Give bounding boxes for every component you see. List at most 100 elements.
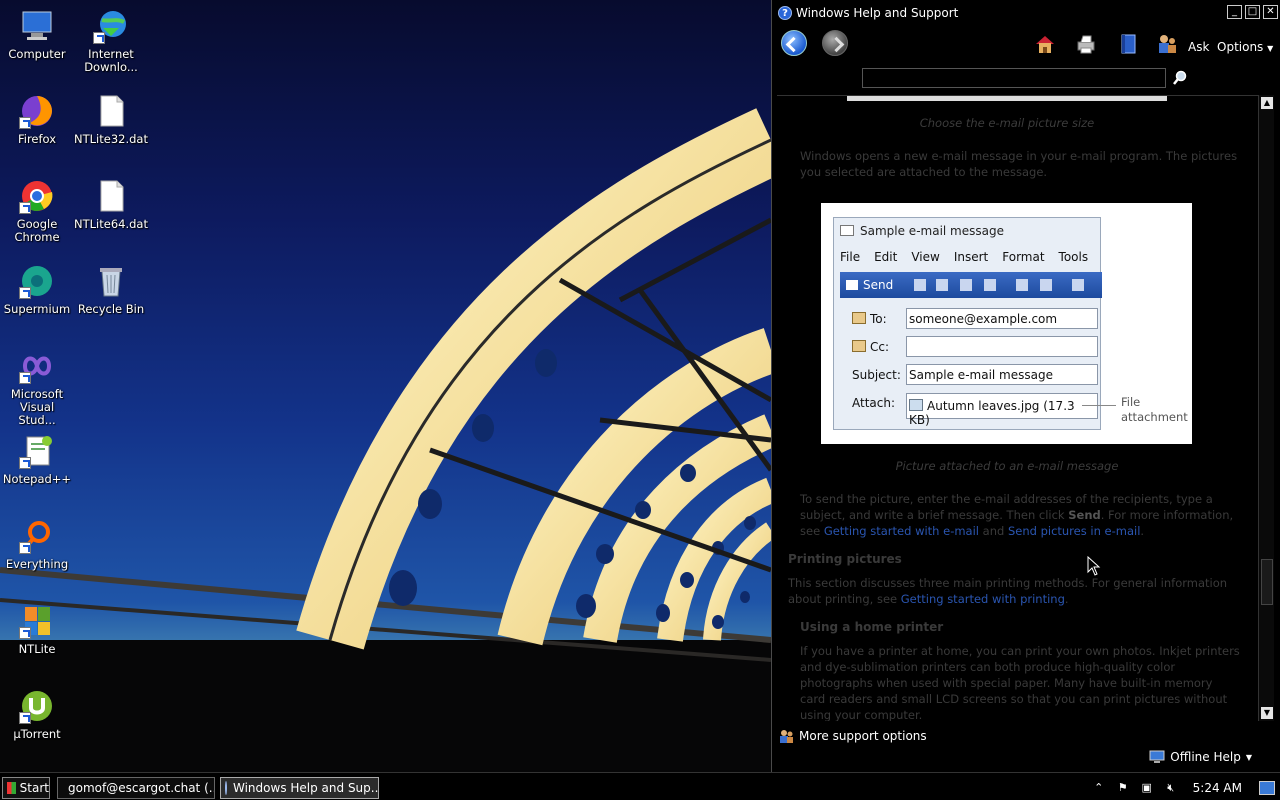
search-icon[interactable] — [1172, 70, 1188, 86]
search-row — [772, 60, 1280, 96]
email-to-label: To: — [852, 312, 887, 326]
help-toolbar: Ask Options ▼ — [772, 26, 1280, 60]
desktop-icon-utorrent[interactable]: µTorrent — [0, 688, 74, 741]
offline-help-label: Offline Help — [1170, 750, 1241, 764]
ask-people-icon[interactable] — [1156, 33, 1178, 55]
shortcut-arrow-icon — [19, 202, 31, 214]
image-caption: Picture attached to an e-mail message — [895, 459, 1119, 473]
forward-button[interactable] — [822, 30, 848, 56]
copy-icon — [936, 279, 948, 291]
scroll-down-arrow[interactable]: ▼ — [1261, 707, 1273, 719]
desktop-icon-google-chrome[interactable]: Google Chrome — [0, 178, 74, 244]
email-menu-file: File — [840, 250, 861, 264]
file-icon — [93, 178, 129, 214]
desktop-icon-ntlite64-dat[interactable]: NTLite64.dat — [74, 178, 148, 231]
article-paragraph: This section discusses three main printi… — [788, 576, 1228, 606]
desktop-icon-firefox[interactable]: Firefox — [0, 93, 74, 146]
help-and-support-window: ? Windows Help and Support _ □ ✕ Ask Opt… — [771, 0, 1280, 772]
desktop-icon-ntlite32-dat[interactable]: NTLite32.dat — [74, 93, 148, 146]
cut-icon — [914, 279, 926, 291]
options-button[interactable]: Options ▼ — [1217, 40, 1273, 54]
chevron-down-icon: ▼ — [1245, 752, 1252, 762]
email-subject-label: Subject: — [852, 368, 901, 382]
help-article-content: Choose the e-mail picture size Windows o… — [777, 95, 1258, 721]
callout-line — [1082, 405, 1116, 406]
email-send-label: Send — [846, 278, 893, 292]
sample-email-screenshot: Sample e-mail message File Edit View Ins… — [821, 203, 1192, 444]
email-menu-insert: Insert — [953, 250, 989, 264]
show-desktop-icon[interactable] — [1259, 781, 1275, 795]
help-icon — [225, 781, 227, 795]
desktop-icon-notepad-plus-plus[interactable]: Notepad++ — [0, 433, 74, 486]
previous-image-bottom-edge — [847, 96, 1167, 101]
offline-help-button[interactable]: Offline Help ▼ — [1149, 750, 1252, 764]
back-button[interactable] — [781, 30, 807, 56]
file-icon — [93, 93, 129, 129]
taskbar: Start gomof@escargot.chat (... Windows H… — [0, 772, 1280, 800]
firefox-icon — [19, 93, 55, 129]
email-attach-field: Autumn leaves.jpg (17.3 KB) — [906, 393, 1098, 427]
desktop-icon-everything[interactable]: Everything — [0, 518, 74, 571]
visual-studio-icon — [19, 348, 55, 384]
computer-icon — [19, 8, 55, 44]
address-book-icon — [852, 312, 866, 324]
link-getting-started-email[interactable]: Getting started with e-mail — [824, 524, 979, 538]
ask-button[interactable]: Ask — [1188, 40, 1209, 54]
email-subject-field: Sample e-mail message — [906, 364, 1098, 385]
network-icon[interactable]: ▣ — [1140, 781, 1154, 795]
email-attach-label: Attach: — [852, 396, 896, 410]
minimize-button[interactable]: _ — [1227, 5, 1242, 19]
taskbar-button-help-and-support[interactable]: Windows Help and Sup... — [220, 777, 379, 799]
help-icon: ? — [778, 6, 792, 20]
window-title: Windows Help and Support — [796, 6, 959, 20]
scroll-up-arrow[interactable]: ▲ — [1261, 97, 1273, 109]
action-center-flag-icon[interactable]: ⚑ — [1116, 781, 1130, 795]
clock[interactable]: 5:24 AM — [1193, 781, 1242, 795]
more-support-options-button[interactable]: More support options — [778, 728, 927, 744]
desktop-icon-computer[interactable]: Computer — [0, 8, 74, 61]
desktop-icon-ntlite[interactable]: NTLite — [0, 603, 74, 656]
shortcut-arrow-icon — [19, 457, 31, 469]
content-scrollbar[interactable]: ▲ ▼ — [1258, 95, 1274, 721]
link-getting-started-printing[interactable]: Getting started with printing — [901, 592, 1065, 606]
recycle-bin-icon — [93, 263, 129, 299]
computer-icon — [1149, 750, 1165, 763]
contacts-icon — [1016, 279, 1028, 291]
desktop-icon-internet-download-manager[interactable]: Internet Downlo... — [74, 8, 148, 74]
windows-logo-icon — [7, 782, 16, 794]
email-menu-tools: Tools — [1058, 250, 1089, 264]
browse-help-book-icon[interactable] — [1117, 33, 1139, 55]
support-people-icon — [780, 730, 793, 743]
supermium-icon — [19, 263, 55, 299]
email-cc-field — [906, 336, 1098, 357]
desktop-icon-visual-studio[interactable]: Microsoft Visual Stud... — [0, 348, 74, 427]
section-heading: Printing pictures — [788, 552, 902, 566]
email-window: Sample e-mail message File Edit View Ins… — [833, 217, 1102, 430]
link-send-pictures-email[interactable]: Send pictures in e-mail — [1008, 524, 1140, 538]
mouse-cursor-icon — [1087, 556, 1101, 576]
shortcut-arrow-icon — [19, 287, 31, 299]
home-icon[interactable] — [1034, 33, 1056, 55]
email-title: Sample e-mail message — [840, 224, 1004, 238]
email-to-field: someone@example.com — [906, 308, 1098, 329]
volume-muted-icon[interactable]: 🔇︎ — [1164, 781, 1178, 795]
taskbar-button-label: gomof@escargot.chat (... — [68, 781, 215, 795]
maximize-button[interactable]: □ — [1245, 5, 1260, 19]
shortcut-arrow-icon — [19, 627, 31, 639]
start-button[interactable]: Start — [2, 777, 50, 799]
taskbar-button-escargot[interactable]: gomof@escargot.chat (... — [57, 777, 215, 799]
notepad-plus-plus-icon — [19, 433, 55, 469]
print-icon[interactable] — [1075, 33, 1097, 55]
scrollbar-thumb[interactable] — [1261, 559, 1273, 605]
taskbar-button-label: Windows Help and Sup... — [233, 781, 379, 795]
shortcut-arrow-icon — [19, 372, 31, 384]
close-button[interactable]: ✕ — [1263, 5, 1278, 19]
email-menu-bar: File Edit View Insert Format Tools — [840, 250, 1102, 264]
search-input[interactable] — [862, 68, 1166, 88]
window-titlebar[interactable]: ? Windows Help and Support _ □ ✕ — [772, 0, 1280, 26]
shortcut-arrow-icon — [19, 117, 31, 129]
desktop-icon-supermium[interactable]: Supermium — [0, 263, 74, 316]
desktop-icon-recycle-bin[interactable]: Recycle Bin — [74, 263, 148, 316]
show-hidden-icons-chevron-icon[interactable]: ⌃ — [1092, 781, 1106, 795]
shortcut-arrow-icon — [19, 712, 31, 724]
